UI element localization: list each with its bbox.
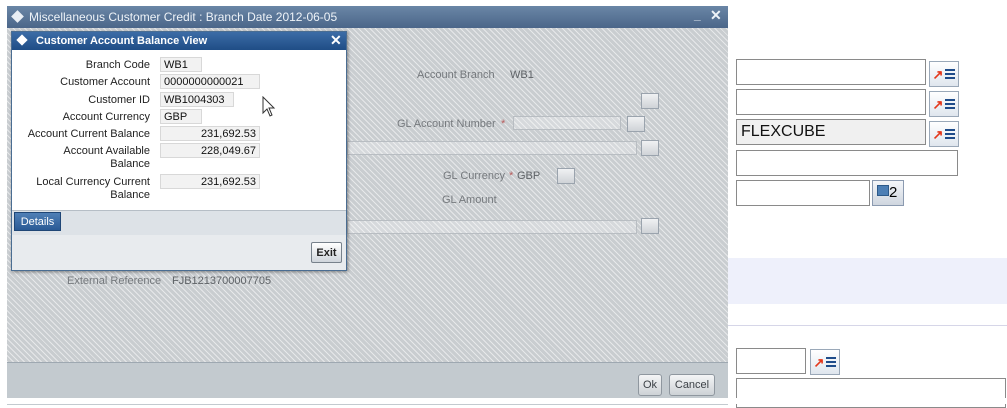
local-currency-balance-label: Local Currency Current bbox=[36, 176, 150, 188]
gl-account-number-input[interactable] bbox=[513, 116, 621, 130]
cancel-button[interactable]: Cancel bbox=[669, 374, 715, 396]
customer-id-field[interactable]: WB1004303 bbox=[160, 92, 234, 107]
branch-code-label: Branch Code bbox=[85, 59, 150, 71]
list-of-values-icon: ↗ bbox=[933, 128, 956, 141]
main-window-titlebar: Miscellaneous Customer Credit : Branch D… bbox=[7, 6, 728, 28]
bottom-strip bbox=[0, 398, 1007, 404]
main-window-title: Miscellaneous Customer Credit : Branch D… bbox=[29, 10, 338, 24]
customer-account-field[interactable]: 0000000000021 bbox=[160, 74, 260, 89]
background-field-4[interactable] bbox=[736, 150, 958, 176]
background-lov-button-5[interactable]: ↗ bbox=[810, 349, 840, 375]
customer-id-label: Customer ID bbox=[88, 94, 150, 106]
required-marker: * bbox=[501, 118, 506, 130]
background-lov-button-3[interactable]: ↗ bbox=[929, 121, 959, 147]
customer-account-label: Customer Account bbox=[60, 76, 150, 88]
list-of-values-icon: ↗ bbox=[933, 68, 956, 81]
calendar-button-text: 2 bbox=[889, 184, 898, 201]
background-field-flexcube[interactable]: FLEXCUBE bbox=[736, 119, 926, 145]
background-date-field[interactable] bbox=[736, 180, 870, 206]
account-currency-field[interactable]: GBP bbox=[160, 109, 202, 124]
tab-details[interactable]: Details bbox=[14, 212, 61, 231]
dialog-title: Customer Account Balance View bbox=[36, 35, 208, 47]
gl-currency-lov-button[interactable] bbox=[557, 168, 575, 184]
background-lov-button-2[interactable]: ↗ bbox=[929, 91, 959, 117]
background-field-2[interactable] bbox=[736, 89, 926, 115]
customer-account-balance-dialog: Customer Account Balance View ✕ Branch C… bbox=[11, 31, 347, 271]
background-lov-button-1[interactable]: ↗ bbox=[929, 61, 959, 87]
mouse-cursor-icon bbox=[262, 96, 276, 117]
local-currency-balance-field[interactable]: 231,692.53 bbox=[160, 174, 260, 189]
account-branch-label: Account Branch bbox=[417, 69, 495, 81]
dialog-close-button[interactable]: ✕ bbox=[330, 32, 342, 49]
branch-code-field[interactable]: WB1 bbox=[160, 57, 202, 72]
account-available-balance-label-line2: Balance bbox=[110, 158, 150, 170]
background-divider bbox=[728, 325, 1007, 326]
calendar-icon bbox=[877, 185, 889, 196]
background-field-1[interactable] bbox=[736, 59, 926, 85]
external-reference-value: FJB1213700007705 bbox=[172, 275, 272, 287]
list-of-values-icon: ↗ bbox=[933, 98, 956, 111]
main-window-close-button[interactable]: ✕ bbox=[710, 7, 722, 24]
external-reference-label: External Reference bbox=[67, 275, 162, 287]
ok-button[interactable]: Ok bbox=[638, 374, 662, 396]
background-field-5[interactable] bbox=[736, 348, 806, 374]
dialog-diamond-icon bbox=[16, 34, 28, 46]
gl-currency-label: GL Currency bbox=[443, 170, 505, 182]
calendar-button[interactable]: 2 bbox=[872, 180, 904, 206]
window-diamond-icon bbox=[11, 10, 24, 23]
gl-amount-label: GL Amount bbox=[442, 194, 497, 206]
comment-icon[interactable] bbox=[641, 93, 659, 109]
exit-button[interactable]: Exit bbox=[311, 242, 342, 263]
account-available-balance-field[interactable]: 228,049.67 bbox=[160, 143, 260, 158]
list-of-values-icon: ↗ bbox=[814, 356, 837, 369]
gl-account-number-label: GL Account Number bbox=[397, 118, 496, 130]
account-current-balance-field[interactable]: 231,692.53 bbox=[160, 126, 260, 141]
narrative-input[interactable] bbox=[347, 141, 637, 155]
comment-icon[interactable] bbox=[641, 218, 659, 234]
account-branch-value: WB1 bbox=[510, 69, 534, 81]
dialog-footer bbox=[12, 235, 346, 270]
dialog-tab-bar bbox=[12, 210, 346, 235]
gl-account-lov-button[interactable] bbox=[627, 116, 645, 132]
account-currency-label: Account Currency bbox=[62, 111, 150, 123]
required-marker: * bbox=[509, 170, 514, 182]
dialog-titlebar: Customer Account Balance View ✕ bbox=[12, 32, 346, 50]
account-current-balance-label: Account Current Balance bbox=[27, 128, 150, 140]
background-section-band bbox=[728, 258, 1007, 304]
account-available-balance-label: Account Available bbox=[63, 145, 150, 157]
remarks-input[interactable] bbox=[347, 220, 637, 234]
gl-currency-value: GBP bbox=[517, 170, 541, 182]
local-currency-balance-label-line2: Balance bbox=[110, 189, 150, 201]
comment-icon[interactable] bbox=[641, 140, 659, 156]
minimize-button[interactable]: _ bbox=[694, 8, 701, 22]
